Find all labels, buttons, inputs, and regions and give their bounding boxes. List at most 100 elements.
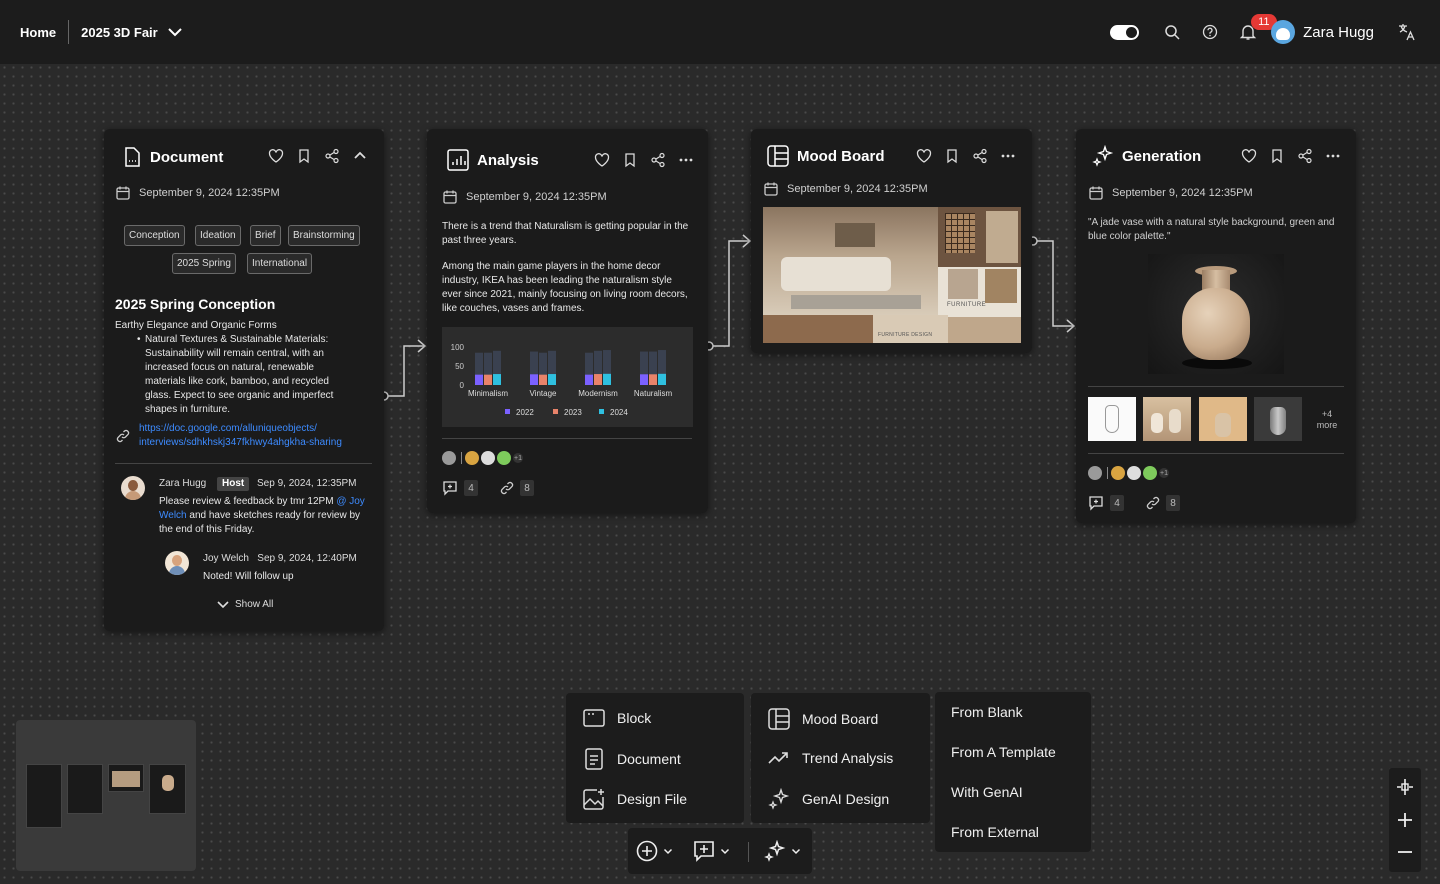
minimap-card	[108, 764, 144, 792]
bookmark-icon[interactable]	[622, 152, 638, 168]
tag-conception[interactable]: Conception	[124, 225, 185, 246]
comment-text: Please review & feedback by tmr 12PM @ J…	[159, 496, 365, 535]
minimap[interactable]	[16, 720, 196, 871]
document-link-line-1[interactable]: https://doc.google.com/alluniqueobjects/	[139, 422, 317, 436]
show-all-button[interactable]: Show All	[216, 599, 273, 610]
mood-board-image[interactable]: FURNITURE FURNITURE DESIGN	[763, 207, 1021, 343]
link-count: 8	[520, 480, 534, 496]
card-date: September 9, 2024 12:35PM	[139, 187, 280, 199]
menu-item-from-blank[interactable]: From Blank	[951, 704, 1023, 720]
tag-brainstorming[interactable]: Brainstorming	[288, 225, 360, 246]
share-icon[interactable]	[1297, 148, 1313, 164]
collaborator-avatars[interactable]: +1	[1088, 466, 1169, 480]
more-icon[interactable]	[678, 152, 694, 168]
thumbnail[interactable]	[1088, 397, 1136, 441]
share-icon[interactable]	[972, 148, 988, 164]
zoom-in-icon[interactable]	[1396, 811, 1414, 829]
chart-icon	[447, 149, 469, 171]
project-name[interactable]: 2025 3D Fair	[81, 25, 158, 40]
menu-item-trend-analysis[interactable]: Trend Analysis	[768, 748, 893, 768]
heart-icon[interactable]	[268, 148, 284, 164]
document-link-line-2[interactable]: interviews/sdhkhskj347fkhwy4ahgkha-shari…	[139, 436, 342, 450]
thumbnail[interactable]	[1143, 397, 1191, 441]
host-badge: Host	[217, 477, 250, 491]
heart-icon[interactable]	[594, 152, 610, 168]
notifications-button[interactable]: 11	[1239, 14, 1277, 41]
document-bullet: Natural Textures & Sustainable Materials…	[145, 334, 334, 415]
user-name[interactable]: Zara Hugg	[1303, 24, 1374, 41]
menu-item-block[interactable]: Block	[583, 709, 651, 727]
card-title: Generation	[1122, 147, 1202, 165]
heart-icon[interactable]	[916, 148, 932, 164]
tag-brief[interactable]: Brief	[250, 225, 281, 246]
fit-view-icon[interactable]	[1396, 778, 1414, 796]
reply-author: Joy Welch Sep 9, 2024, 12:40PM	[203, 553, 357, 564]
heart-icon[interactable]	[1241, 148, 1257, 164]
menu-item-genai-design[interactable]: GenAI Design	[768, 788, 889, 810]
search-icon[interactable]	[1163, 23, 1181, 41]
y-tick-label: 50	[455, 362, 464, 371]
more-icon[interactable]	[1000, 148, 1016, 164]
share-icon[interactable]	[324, 148, 340, 164]
block-icon	[583, 709, 605, 727]
x-tick-label: Minimalism	[468, 389, 508, 398]
x-tick-label: Modernism	[578, 389, 618, 398]
menu-item-with-genai[interactable]: With GenAI	[951, 784, 1023, 800]
collaborator-avatars[interactable]: +1	[442, 451, 523, 465]
trend-chart[interactable]: 100 50 0 Minimalism Vintage Modernism Naturali…	[442, 327, 693, 427]
generation-prompt: "A jade vase with a natural style backgr…	[1088, 217, 1335, 242]
translate-icon[interactable]	[1398, 23, 1416, 41]
extra-avatars-count: +1	[1159, 468, 1169, 478]
zoom-out-icon[interactable]	[1396, 843, 1414, 861]
bookmark-icon[interactable]	[296, 148, 312, 164]
avatar[interactable]	[1271, 20, 1296, 44]
menu-item-design-file[interactable]: Design File	[583, 788, 687, 810]
mood-board-card[interactable]: Mood Board September 9, 2024 12:35PM FUR…	[751, 129, 1032, 353]
x-tick-label: Vintage	[530, 389, 558, 398]
document-icon	[125, 147, 140, 167]
bookmark-icon[interactable]	[944, 148, 960, 164]
generated-vase-image[interactable]	[1148, 254, 1284, 374]
thumbnail[interactable]	[1199, 397, 1247, 441]
add-comment-button[interactable]	[693, 840, 731, 862]
card-title: Document	[150, 148, 224, 166]
avatar	[1127, 466, 1141, 480]
theme-toggle[interactable]	[1110, 24, 1140, 40]
legend-label: 2024	[610, 408, 628, 417]
bookmark-icon[interactable]	[1269, 148, 1285, 164]
toolbar-divider	[748, 842, 749, 862]
help-icon[interactable]	[1201, 23, 1219, 41]
thumbnail[interactable]	[1254, 397, 1302, 441]
bar	[539, 374, 547, 385]
chevron-down-icon[interactable]	[166, 23, 184, 41]
image-add-icon	[583, 789, 604, 810]
menu-item-from-template[interactable]: From A Template	[951, 744, 1056, 760]
generation-card[interactable]: Generation September 9, 2024 12:35PM "A …	[1076, 129, 1356, 523]
genai-button[interactable]	[764, 840, 802, 862]
menu-item-document[interactable]: Document	[583, 748, 681, 770]
create-menu-ai: Mood Board Trend Analysis GenAI Design	[751, 693, 930, 823]
tag-ideation[interactable]: Ideation	[195, 225, 241, 246]
tag-international[interactable]: International	[247, 253, 313, 274]
menu-item-mood-board[interactable]: Mood Board	[768, 708, 878, 730]
bar	[658, 373, 666, 385]
menu-item-from-external[interactable]: From External	[951, 824, 1039, 840]
bar	[603, 373, 611, 385]
comment-icon[interactable]	[1088, 495, 1104, 511]
divider	[1088, 453, 1344, 454]
chevron-up-icon[interactable]	[352, 148, 368, 164]
avatar	[1088, 466, 1102, 480]
add-block-button[interactable]	[636, 840, 674, 862]
link-icon[interactable]	[500, 481, 514, 495]
document-card[interactable]: Document September 9, 2024 12:35PM Conce…	[104, 129, 384, 631]
divider	[442, 438, 692, 439]
breadcrumb-home[interactable]: Home	[20, 25, 56, 40]
comment-icon[interactable]	[442, 480, 458, 496]
analysis-card[interactable]: Analysis September 9, 2024 12:35PM There…	[427, 129, 708, 513]
share-icon[interactable]	[650, 152, 666, 168]
more-icon[interactable]	[1325, 148, 1341, 164]
tag-2025-spring[interactable]: 2025 Spring	[172, 253, 236, 274]
link-icon[interactable]	[1146, 496, 1160, 510]
more-thumbnails[interactable]: +4 more	[1310, 409, 1344, 431]
chevron-down-icon	[217, 600, 229, 608]
